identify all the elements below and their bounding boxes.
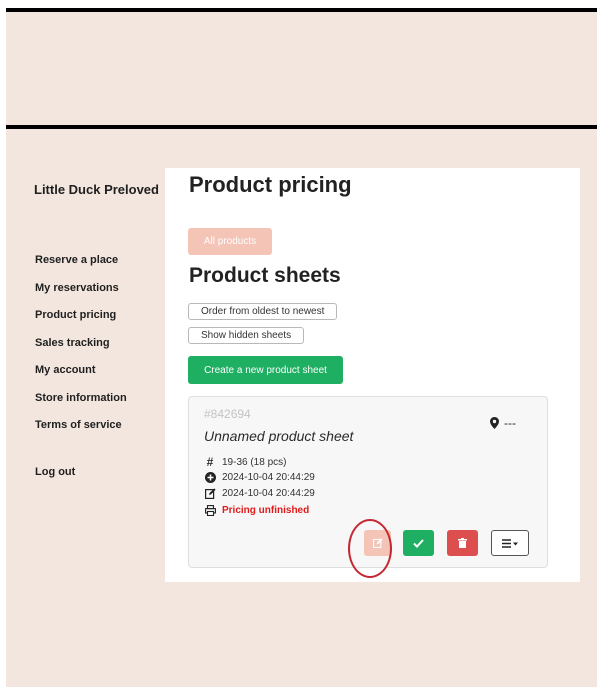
range-value: 19-36 (18 pcs) [222, 456, 287, 468]
section-title: Product sheets [189, 264, 341, 287]
show-hidden-button[interactable]: Show hidden sheets [188, 327, 305, 344]
sidebar-item-product-pricing[interactable]: Product pricing [35, 307, 155, 335]
status-row: Pricing unfinished [204, 505, 309, 516]
sidebar-nav: Reserve a place My reservations Product … [35, 252, 155, 445]
brand-name: Little Duck Preloved [34, 182, 159, 197]
highlight-circle [348, 519, 392, 578]
range-row: # 19-36 (18 pcs) [204, 455, 287, 469]
header-divider [6, 125, 597, 129]
sidebar-item-my-reservations[interactable]: My reservations [35, 280, 155, 308]
map-pin-icon [490, 417, 499, 429]
top-border [6, 8, 597, 12]
page-title: Product pricing [189, 172, 352, 197]
sheet-name: Unnamed product sheet [204, 428, 354, 444]
more-options-button[interactable] [491, 530, 529, 556]
sidebar-item-sales-tracking[interactable]: Sales tracking [35, 335, 155, 363]
printer-icon [204, 505, 216, 516]
all-products-button[interactable]: All products [188, 228, 272, 255]
modified-value: 2024-10-04 20:44:29 [222, 488, 315, 499]
sidebar-item-reserve-a-place[interactable]: Reserve a place [35, 252, 155, 280]
approve-button[interactable] [403, 530, 434, 556]
sidebar-item-my-account[interactable]: My account [35, 362, 155, 390]
sheet-location: --- [490, 416, 516, 430]
sidebar-item-store-information[interactable]: Store information [35, 390, 155, 418]
plus-circle-icon [204, 472, 216, 483]
delete-button[interactable] [447, 530, 478, 556]
sidebar-item-terms-of-service[interactable]: Terms of service [35, 417, 155, 445]
menu-dropdown-icon [502, 538, 518, 548]
order-toggle-button[interactable]: Order from oldest to newest [188, 303, 338, 320]
location-value: --- [504, 416, 516, 430]
status-badge: Pricing unfinished [222, 505, 310, 516]
modified-row: 2024-10-04 20:44:29 [204, 488, 315, 499]
created-value: 2024-10-04 20:44:29 [222, 472, 315, 483]
edit-icon [204, 488, 216, 499]
check-icon [413, 538, 424, 548]
trash-icon [458, 538, 467, 548]
logout-link[interactable]: Log out [35, 466, 75, 478]
sheet-id: #842694 [204, 407, 251, 421]
create-sheet-button[interactable]: Create a new product sheet [188, 356, 343, 384]
hash-icon: # [206, 455, 214, 469]
created-row: 2024-10-04 20:44:29 [204, 472, 315, 483]
